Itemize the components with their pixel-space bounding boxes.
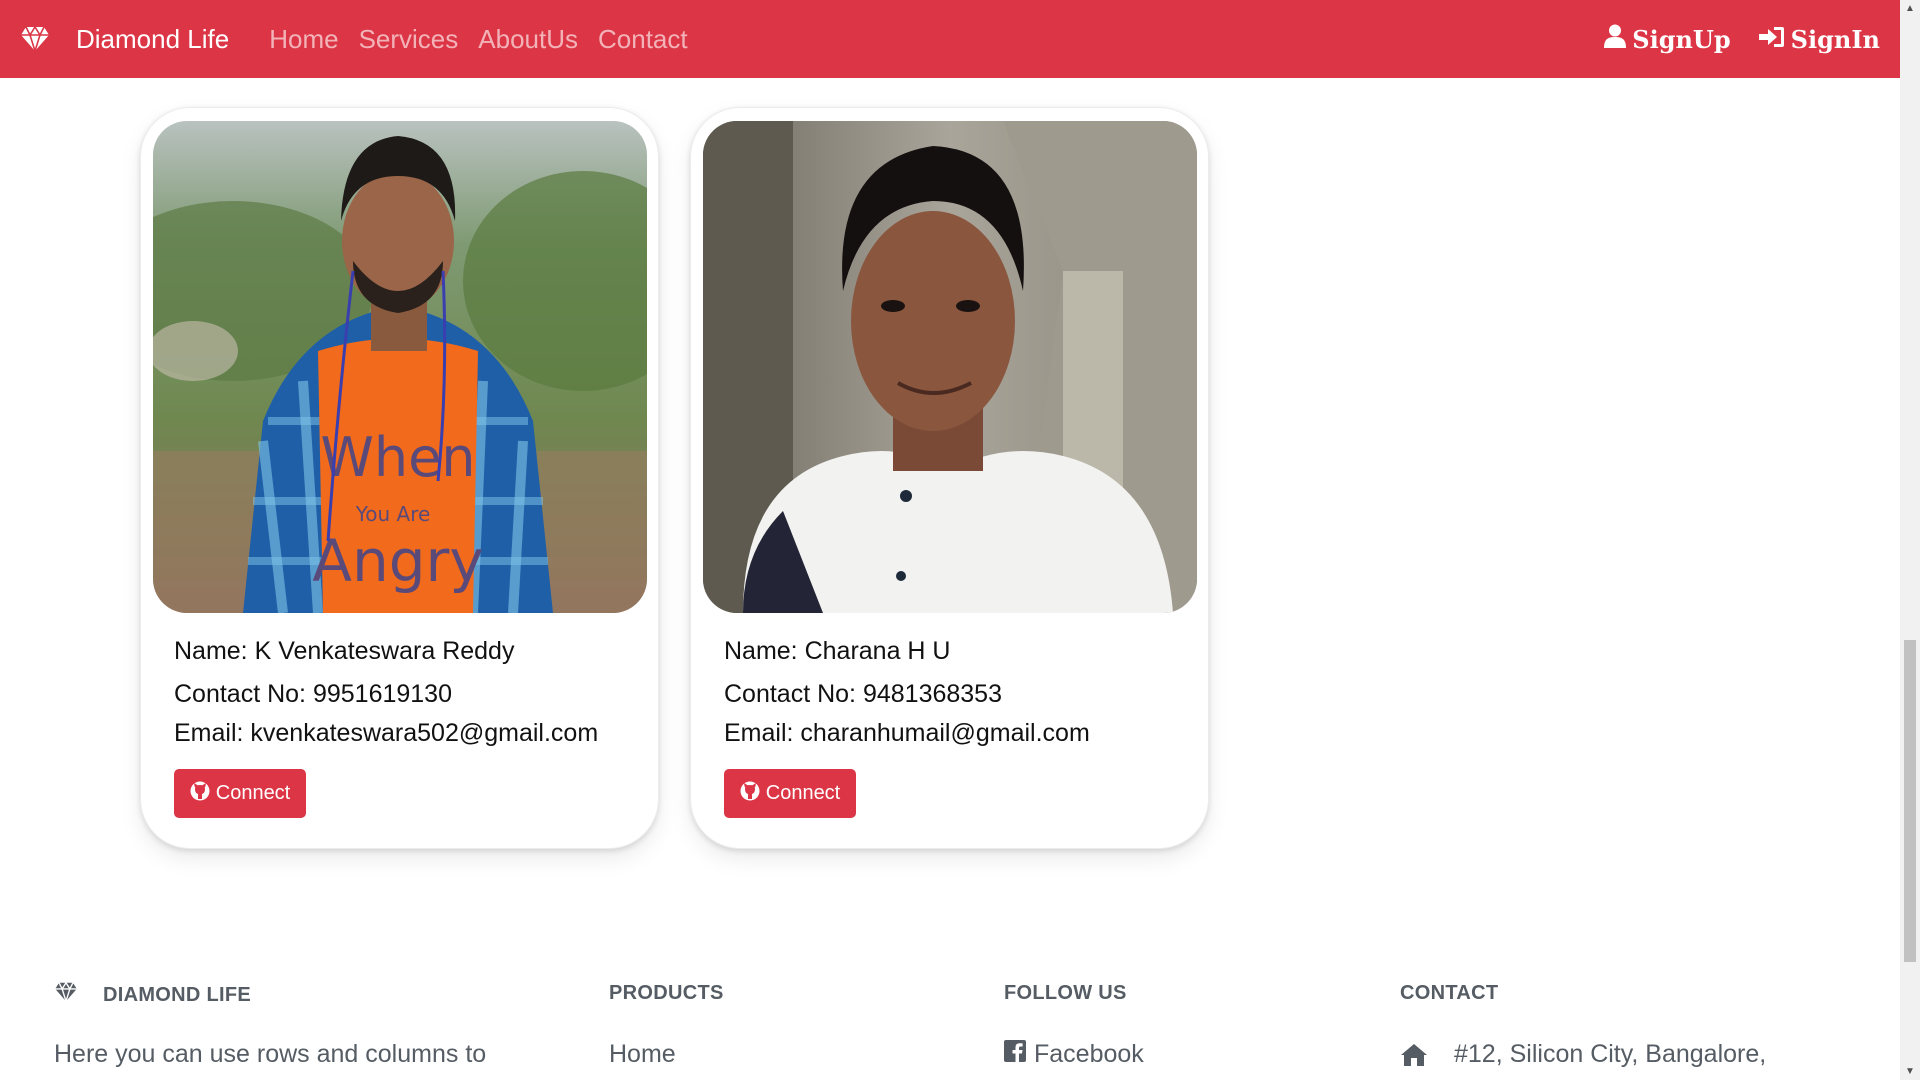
nav-link-services[interactable]: Services [349,24,469,55]
team-card: When You Are Angry Name: K Venkateswara … [140,107,659,849]
gem-icon [20,26,50,52]
nav-links: Home Services AboutUs Contact [259,24,697,55]
profile-photo: When You Are Angry [153,121,647,613]
github-icon [190,781,210,807]
nav-link-aboutus[interactable]: AboutUs [468,24,588,55]
footer-follow-col: FOLLOW US Facebook [1004,982,1144,1068]
member-info: Name: Charana H U Contact No: 9481368353… [724,630,1090,751]
footer-contact-col: CONTACT #12, Silicon City, Bangalore, [1400,982,1766,1068]
brand[interactable]: Diamond Life [20,24,229,55]
member-info: Name: K Venkateswara Reddy Contact No: 9… [174,630,598,751]
tshirt-text-3: Angry [312,527,483,595]
home-icon [1400,1043,1436,1067]
member-contact: Contact No: 9951619130 [174,680,452,708]
member-email: Email: kvenkateswara502@gmail.com [174,719,599,747]
address-text: #12, Silicon City, Bangalore, [1454,1040,1767,1068]
footer-contact-title: CONTACT [1400,982,1499,1004]
footer-link-facebook[interactable]: Facebook [1004,1040,1144,1069]
auth-links: SignUp SignIn [1604,24,1880,54]
brand-name: Diamond Life [76,23,230,54]
footer-products-col: PRODUCTS Home [609,982,724,1068]
signin-link[interactable]: SignIn [1758,24,1880,54]
footer-follow-title: FOLLOW US [1004,982,1127,1004]
scroll-down-arrow-icon[interactable]: ▼ [1900,1063,1920,1080]
nav-link-home[interactable]: Home [259,24,348,55]
footer-brand-col: DIAMOND LIFE Here you can use rows and c… [54,981,486,1068]
facebook-icon [1004,1040,1034,1069]
footer-products-title: PRODUCTS [609,982,724,1004]
tshirt-text-1: When [320,426,475,489]
signin-label: SignIn [1790,24,1880,54]
vertical-scrollbar[interactable]: ▲ ▼ [1900,0,1920,1080]
sign-in-icon [1758,25,1791,54]
scroll-up-arrow-icon[interactable]: ▲ [1900,0,1920,17]
footer-link-home[interactable]: Home [609,1040,676,1069]
member-contact: Contact No: 9481368353 [724,680,1002,708]
connect-button[interactable]: Connect [174,769,306,818]
footer-brand-title: DIAMOND LIFE [103,983,252,1006]
profile-photo [703,121,1197,613]
gem-icon [54,981,103,1008]
signup-link[interactable]: SignUp [1604,24,1731,54]
member-email: Email: charanhumail@gmail.com [724,719,1090,747]
footer-brand-text: Here you can use rows and columns to [54,1040,487,1068]
facebook-label: Facebook [1034,1040,1144,1068]
scroll-thumb[interactable] [1904,640,1916,962]
nav-link-contact[interactable]: Contact [588,24,698,55]
connect-label: Connect [765,782,841,804]
navbar: Diamond Life Home Services AboutUs Conta… [0,0,1900,78]
github-icon [740,781,760,807]
team-card: Name: Charana H U Contact No: 9481368353… [690,107,1209,849]
member-name: Name: Charana H U [724,637,951,665]
connect-button[interactable]: Connect [724,769,856,818]
user-icon [1604,24,1632,54]
tshirt-text-2: You Are [355,502,431,526]
footer-address: #12, Silicon City, Bangalore, [1400,1040,1766,1069]
member-name: Name: K Venkateswara Reddy [174,637,515,665]
signup-label: SignUp [1632,24,1731,54]
connect-label: Connect [215,782,291,804]
